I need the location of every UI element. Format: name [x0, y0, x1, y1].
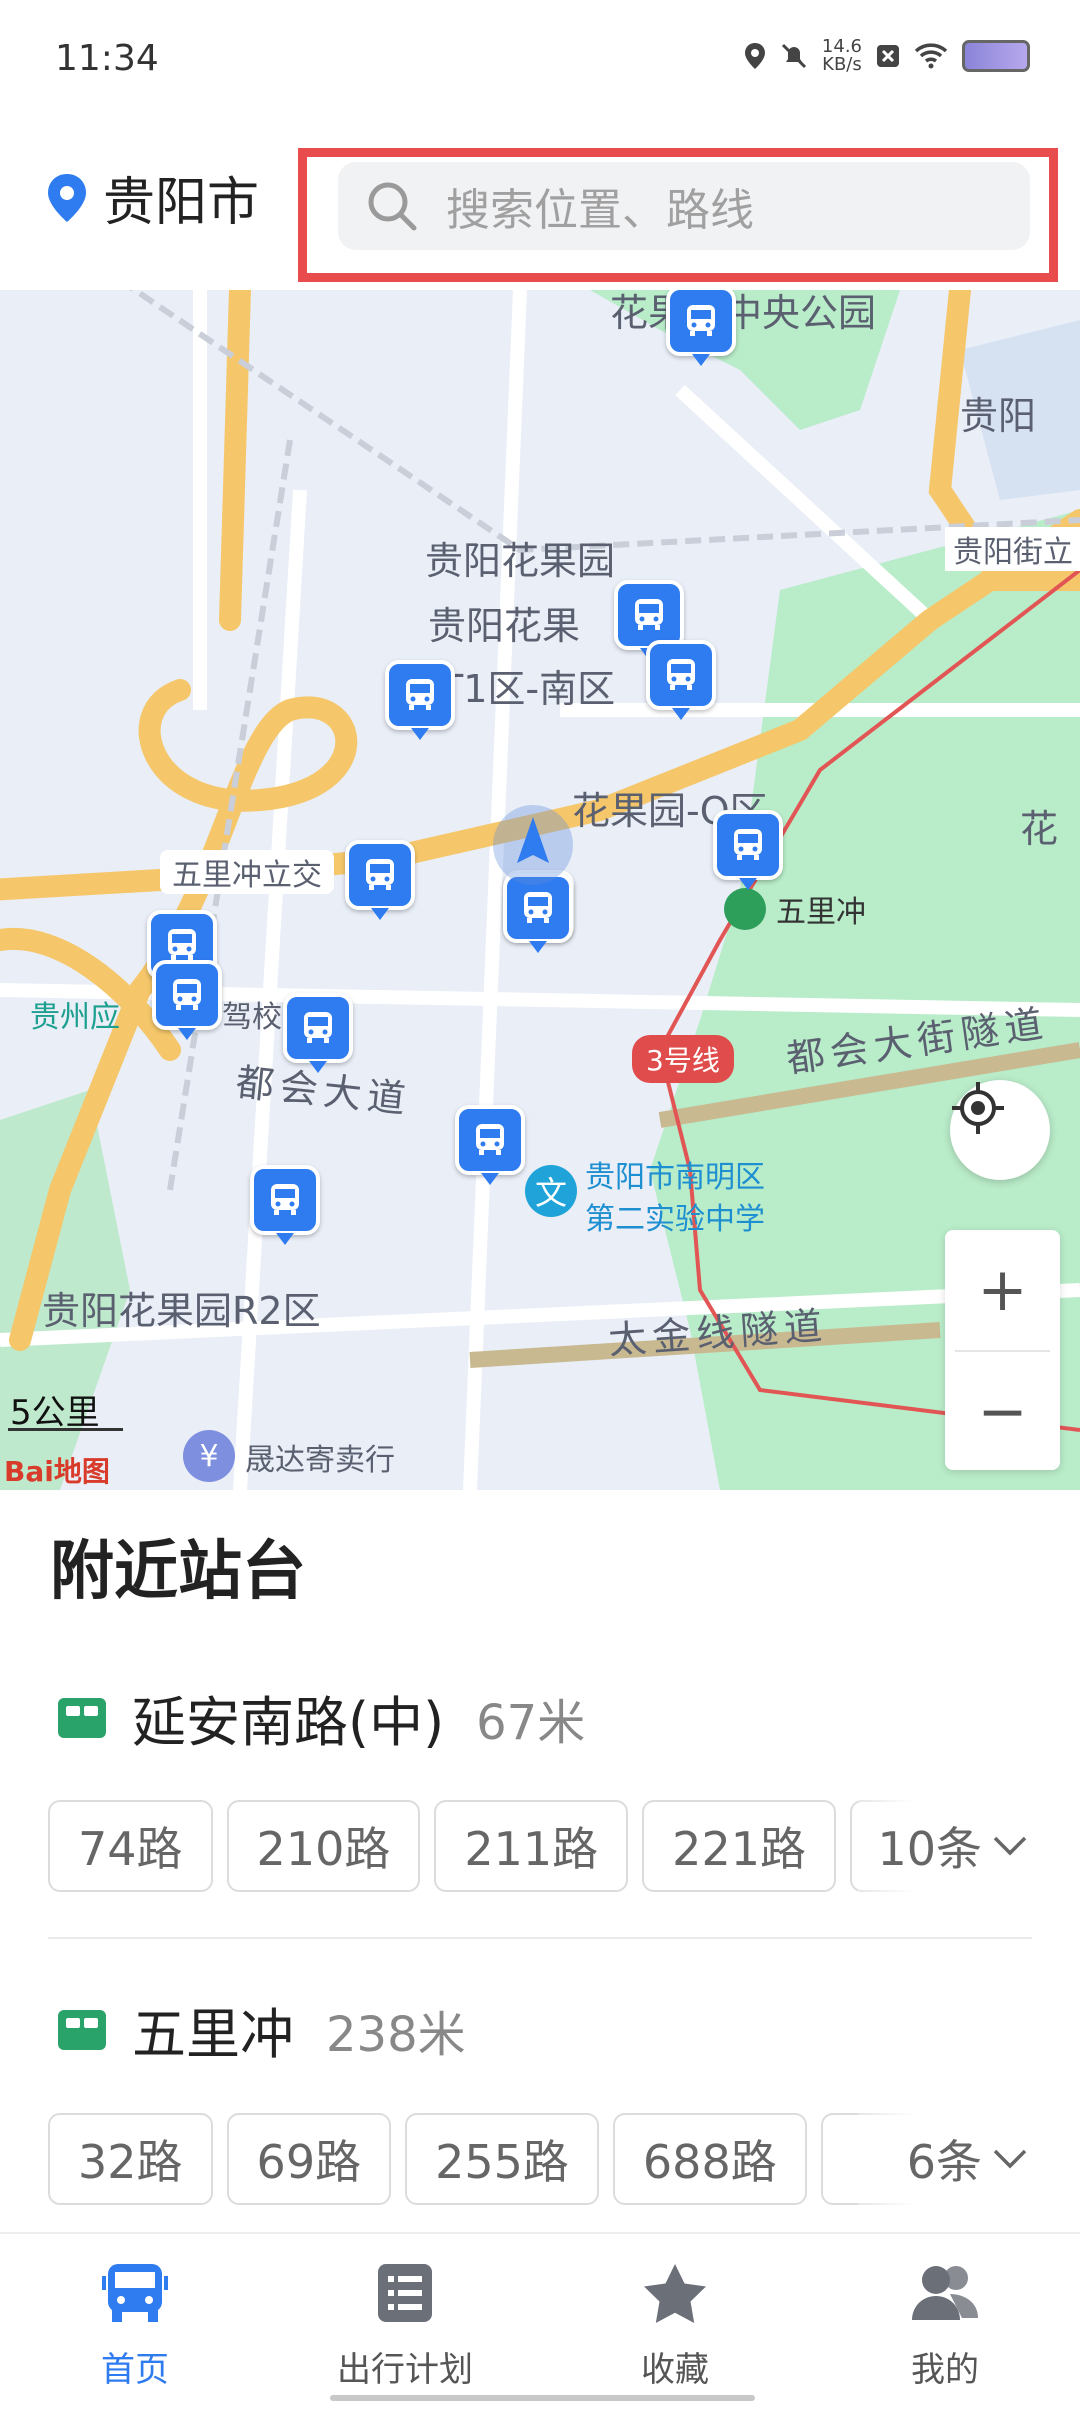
map-label: 五里冲立交 — [160, 850, 334, 894]
mute-icon — [781, 43, 806, 69]
battery-icon — [962, 40, 1030, 72]
route-chip[interactable]: 32路 — [48, 2113, 213, 2205]
search-placeholder: 搜索位置、路线 — [446, 185, 754, 236]
nav-trip-plan-label: 出行计划 — [337, 2350, 473, 2390]
home-indicator — [330, 2395, 755, 2401]
nav-trip-plan[interactable]: 出行计划 — [270, 2234, 540, 2410]
city-name: 贵阳市 — [103, 173, 260, 233]
close-box-icon — [877, 45, 899, 67]
station-name: 五里冲 — [132, 2003, 294, 2066]
route-chip[interactable]: 211路 — [434, 1800, 629, 1892]
school-icon[interactable]: 文 — [525, 1165, 577, 1217]
bus-stop-marker[interactable] — [345, 840, 415, 920]
map-label: 贵州应 — [30, 1000, 120, 1035]
map-scale-bar — [8, 1428, 123, 1431]
map-label: 贵阳市南明区 — [585, 1160, 765, 1195]
bus-stop-marker[interactable] — [250, 1165, 320, 1245]
map-label: 花 — [1020, 807, 1059, 851]
route-chip[interactable]: 221路 — [642, 1800, 836, 1892]
map-label: 晟达寄卖行 — [245, 1443, 395, 1478]
map-label: 贵阳花果园R2区 — [42, 1289, 321, 1333]
route-chip[interactable]: 69路 — [226, 2113, 392, 2205]
status-bar: 11:34 14.6 KB/s — [0, 0, 1080, 125]
more-routes-button[interactable]: 10条 — [858, 1800, 1078, 1892]
chevron-down-icon — [993, 1836, 1027, 1856]
bus-stop-marker[interactable] — [646, 640, 716, 720]
route-chip[interactable]: 210路 — [226, 1800, 421, 1892]
location-pin-icon — [48, 173, 86, 222]
map-label: 贵阳街立 — [945, 527, 1080, 571]
net-speed: 14.6 KB/s — [821, 36, 862, 75]
nav-home-label: 首页 — [101, 2350, 169, 2390]
route-chip[interactable]: 255路 — [405, 2113, 599, 2205]
nav-home[interactable]: 首页 — [0, 2234, 270, 2410]
station-name: 延安南路(中) — [132, 1691, 445, 1754]
metro-station-icon[interactable] — [724, 888, 766, 930]
user-location-marker — [493, 805, 573, 885]
map-scale: 5公里 — [10, 1393, 100, 1433]
search-icon — [368, 182, 417, 231]
crosshair-icon — [952, 1082, 1004, 1134]
station-distance: 67米 — [476, 1694, 586, 1751]
map-provider-logo: Bai地图 — [4, 1455, 110, 1488]
user-icon — [912, 2266, 978, 2320]
route-list: 32路 69路 255路 688路 6条 — [48, 2113, 1078, 2205]
nav-profile-label: 我的 — [911, 2350, 979, 2390]
map-view[interactable]: 花果园中央公园 贵阳花果园 贵阳花果 T1区-南区 贵阳街立 贵阳 花果园-Q区… — [0, 290, 1080, 1490]
bus-stop-marker[interactable] — [713, 810, 783, 890]
star-icon — [644, 2264, 706, 2323]
map-label: 花果园中央公园 — [610, 291, 877, 335]
search-input[interactable]: 搜索位置、路线 — [338, 162, 1030, 250]
map-label: 贵阳花果 — [428, 604, 581, 648]
nearby-title: 附近站台 — [50, 1535, 306, 1609]
bus-stop-marker[interactable] — [283, 993, 353, 1073]
station-item[interactable]: 五里冲 238米 — [58, 1990, 466, 2069]
nav-profile[interactable]: 我的 — [810, 2234, 1080, 2410]
route-chip[interactable]: 74路 — [48, 1800, 213, 1892]
list-icon — [378, 2264, 432, 2322]
map-label: 第二实验中学 — [585, 1202, 765, 1237]
status-time: 11:34 — [55, 38, 159, 79]
status-icons: 14.6 KB/s — [744, 38, 1030, 74]
chevron-down-icon — [993, 2149, 1027, 2169]
zoom-in-button[interactable]: + — [945, 1230, 1060, 1350]
station-item[interactable]: 延安南路(中) 67米 — [58, 1678, 585, 1757]
navigation-arrow-icon — [517, 817, 549, 863]
map-label: 贵阳花果园 — [425, 539, 616, 583]
bus-station-icon — [58, 2009, 106, 2050]
locate-me-button[interactable] — [950, 1080, 1050, 1180]
bus-stop-marker[interactable] — [666, 290, 736, 366]
map-label: 驾校 — [222, 1000, 282, 1035]
station-divider — [48, 1937, 1032, 1939]
zoom-out-button[interactable]: − — [945, 1352, 1060, 1472]
bus-stop-marker[interactable] — [385, 660, 455, 740]
more-routes-button[interactable]: 6条 — [858, 2113, 1078, 2205]
zoom-control: + − — [945, 1230, 1060, 1470]
metro-line-badge: 3号线 — [632, 1035, 734, 1083]
more-routes-label: 6条 — [906, 2135, 982, 2189]
route-list: 74路 210路 211路 221路 10条 — [48, 1800, 1078, 1892]
map-label: T1区-南区 — [440, 667, 616, 711]
bus-icon — [102, 2264, 168, 2322]
bus-stop-marker[interactable] — [455, 1105, 525, 1185]
bus-stop-marker[interactable] — [152, 960, 222, 1040]
route-chip[interactable]: 688路 — [612, 2113, 807, 2205]
nav-favorites-label: 收藏 — [641, 2350, 709, 2390]
station-distance: 238米 — [326, 2006, 466, 2063]
more-routes-label: 10条 — [877, 1822, 982, 1876]
nav-favorites[interactable]: 收藏 — [540, 2234, 810, 2410]
wifi-icon — [914, 43, 948, 69]
city-selector[interactable]: 贵阳市 — [45, 160, 259, 235]
location-icon — [744, 43, 765, 69]
map-label: 五里冲 — [776, 895, 866, 930]
bottom-nav: 首页 出行计划 收藏 我的 — [0, 2232, 1080, 2410]
bus-station-icon — [58, 1697, 106, 1738]
map-label: 贵阳 — [960, 394, 1037, 438]
shop-icon[interactable]: ¥ — [183, 1430, 235, 1482]
